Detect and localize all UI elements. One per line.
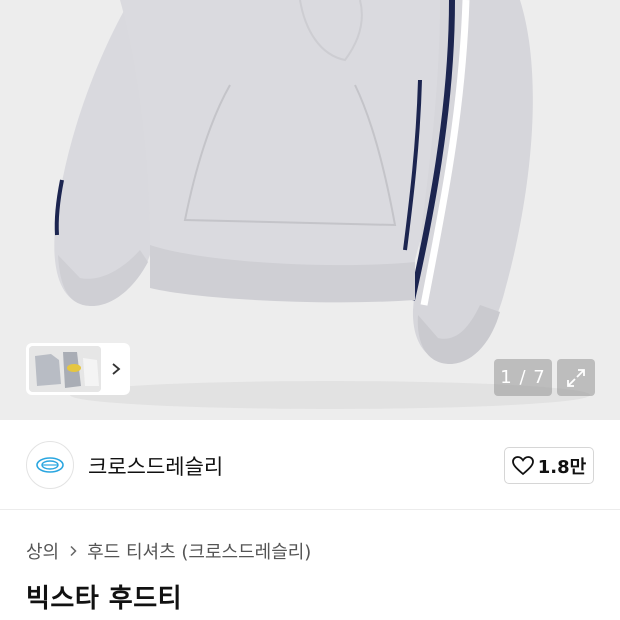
breadcrumb-category[interactable]: 상의	[26, 538, 59, 564]
thumbnail-strip[interactable]	[26, 343, 130, 395]
brand-name[interactable]: 크로스드레슬리	[88, 451, 223, 481]
brand-logo[interactable]	[26, 441, 74, 489]
brand-row: 크로스드레슬리 1.8만	[0, 420, 620, 510]
breadcrumb: 상의 후드 티셔츠 (크로스드레슬리)	[26, 538, 311, 564]
breadcrumb-subcategory[interactable]: 후드 티셔츠 (크로스드레슬리)	[87, 538, 311, 564]
product-title: 빅스타 후드티	[26, 584, 183, 614]
heart-outline-icon	[511, 455, 534, 475]
product-image[interactable]: 1 / 7	[0, 0, 620, 420]
chevron-right-icon[interactable]	[109, 362, 123, 376]
chevron-right-icon	[68, 545, 78, 557]
like-count: 1.8만	[537, 456, 587, 478]
like-button[interactable]: 1.8만	[504, 447, 594, 484]
expand-icon	[567, 368, 585, 387]
brand-logo-icon	[36, 457, 64, 473]
image-counter: 1 / 7	[494, 359, 552, 396]
expand-button[interactable]	[557, 359, 595, 396]
thumbnail-image[interactable]	[29, 346, 101, 392]
